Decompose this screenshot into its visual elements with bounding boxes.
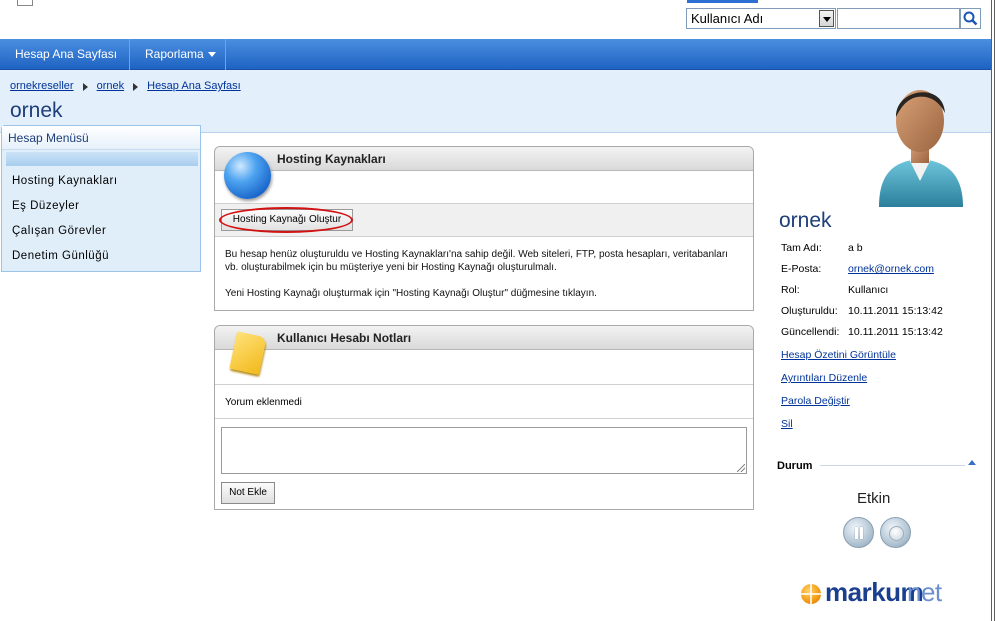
- sidebar-item-peers[interactable]: Eş Düzeyler: [12, 200, 80, 212]
- search-field-select[interactable]: Kullanıcı Adı: [686, 8, 836, 29]
- chevron-down-icon[interactable]: [208, 52, 216, 57]
- panel-toolbar: Hosting Kaynağı Oluştur: [215, 203, 753, 237]
- resize-grip-icon[interactable]: [737, 464, 745, 472]
- breadcrumb-arrow-icon: [82, 83, 88, 91]
- hosting-info-text: Bu hesap henüz oluşturuldu ve Hosting Ka…: [225, 249, 728, 273]
- nav-item-reporting[interactable]: Raporlama: [130, 39, 226, 70]
- account-menu: Hesap Menüsü Hosting Kaynakları Eş Düzey…: [1, 125, 201, 272]
- sidebar-item-running-tasks[interactable]: Çalışan Görevler: [12, 225, 106, 237]
- hosting-resources-panel: Hosting Kaynakları Hosting Kaynağı Oluşt…: [214, 146, 754, 311]
- status-value: Etkin: [857, 490, 891, 507]
- search-icon: [963, 11, 978, 26]
- window-corner-icon: [17, 0, 33, 6]
- collapse-icon[interactable]: [968, 460, 976, 465]
- status-heading: Durum: [777, 460, 813, 472]
- edit-details-link[interactable]: Ayrıntıları Düzenle: [781, 372, 867, 384]
- main-nav: Hesap Ana Sayfası Raporlama: [0, 39, 991, 70]
- created-label: Oluşturuldu:: [781, 305, 838, 317]
- role-label: Rol:: [781, 284, 800, 296]
- role-value: Kullanıcı: [848, 284, 889, 296]
- chevron-down-icon[interactable]: [819, 10, 834, 27]
- panel-title: Kullanıcı Hesabı Notları: [277, 331, 412, 345]
- updated-value: 10.11.2011 15:13:42: [848, 326, 943, 338]
- note-icon: [229, 331, 267, 375]
- breadcrumb-link-home[interactable]: Hesap Ana Sayfası: [147, 80, 241, 92]
- top-accent-bar: [687, 0, 758, 3]
- full-name-label: Tam Adı:: [781, 242, 822, 254]
- sidebar-item-hosting-resources[interactable]: Hosting Kaynakları: [12, 175, 118, 187]
- markumnet-logo: markum net: [801, 577, 976, 611]
- breadcrumb-link-reseller[interactable]: ornekreseller: [10, 80, 74, 92]
- account-menu-stripe: [6, 152, 198, 166]
- add-note-button[interactable]: Not Ekle: [221, 482, 275, 504]
- hosting-hint-text: Yeni Hosting Kaynağı oluşturmak için "Ho…: [225, 288, 597, 299]
- search-select-value: Kullanıcı Adı: [691, 11, 764, 26]
- page-title: ornek: [10, 99, 63, 122]
- account-menu-title: Hesap Menüsü: [2, 126, 200, 150]
- logo-tld-text: net: [907, 577, 942, 607]
- breadcrumb-link-account[interactable]: ornek: [97, 80, 125, 92]
- globe-icon: [224, 152, 271, 199]
- delete-link[interactable]: Sil: [781, 418, 793, 430]
- full-name-value: a b: [848, 242, 863, 254]
- status-divider: [820, 465, 965, 466]
- breadcrumb-arrow-icon: [133, 83, 139, 91]
- no-comments-text: Yorum eklenmedi: [225, 397, 302, 408]
- change-password-link[interactable]: Parola Değiştir: [781, 395, 850, 407]
- logo-globe-icon: [801, 584, 821, 604]
- view-summary-link[interactable]: Hesap Özetini Görüntüle: [781, 349, 896, 361]
- notes-list: Yorum eklenmedi: [215, 384, 753, 419]
- user-name: ornek: [779, 209, 832, 232]
- sidebar-item-audit-log[interactable]: Denetim Günlüğü: [12, 250, 109, 262]
- panel-header: Hosting Kaynakları: [215, 147, 753, 171]
- breadcrumb: ornekreseller ornek Hesap Ana Sayfası: [10, 80, 241, 92]
- search-button[interactable]: [960, 8, 981, 29]
- panel-header: Kullanıcı Hesabı Notları: [215, 326, 753, 350]
- created-value: 10.11.2011 15:13:42: [848, 305, 943, 317]
- user-avatar: [879, 90, 963, 207]
- note-textarea[interactable]: [221, 427, 747, 474]
- nav-item-reporting-label: Raporlama: [145, 47, 204, 61]
- search-input[interactable]: [837, 8, 960, 29]
- panel-title: Hosting Kaynakları: [277, 152, 386, 166]
- updated-label: Güncellendi:: [781, 326, 840, 338]
- email-link[interactable]: ornek@ornek.com: [848, 263, 934, 275]
- window-right-border-inner: [992, 0, 994, 621]
- nav-item-account-home[interactable]: Hesap Ana Sayfası: [0, 39, 130, 70]
- email-label: E-Posta:: [781, 263, 822, 275]
- account-notes-panel: Kullanıcı Hesabı Notları Yorum eklenmedi…: [214, 325, 754, 510]
- pause-button[interactable]: [843, 517, 874, 548]
- stop-button[interactable]: [880, 517, 911, 548]
- create-hosting-resource-button[interactable]: Hosting Kaynağı Oluştur: [221, 209, 353, 231]
